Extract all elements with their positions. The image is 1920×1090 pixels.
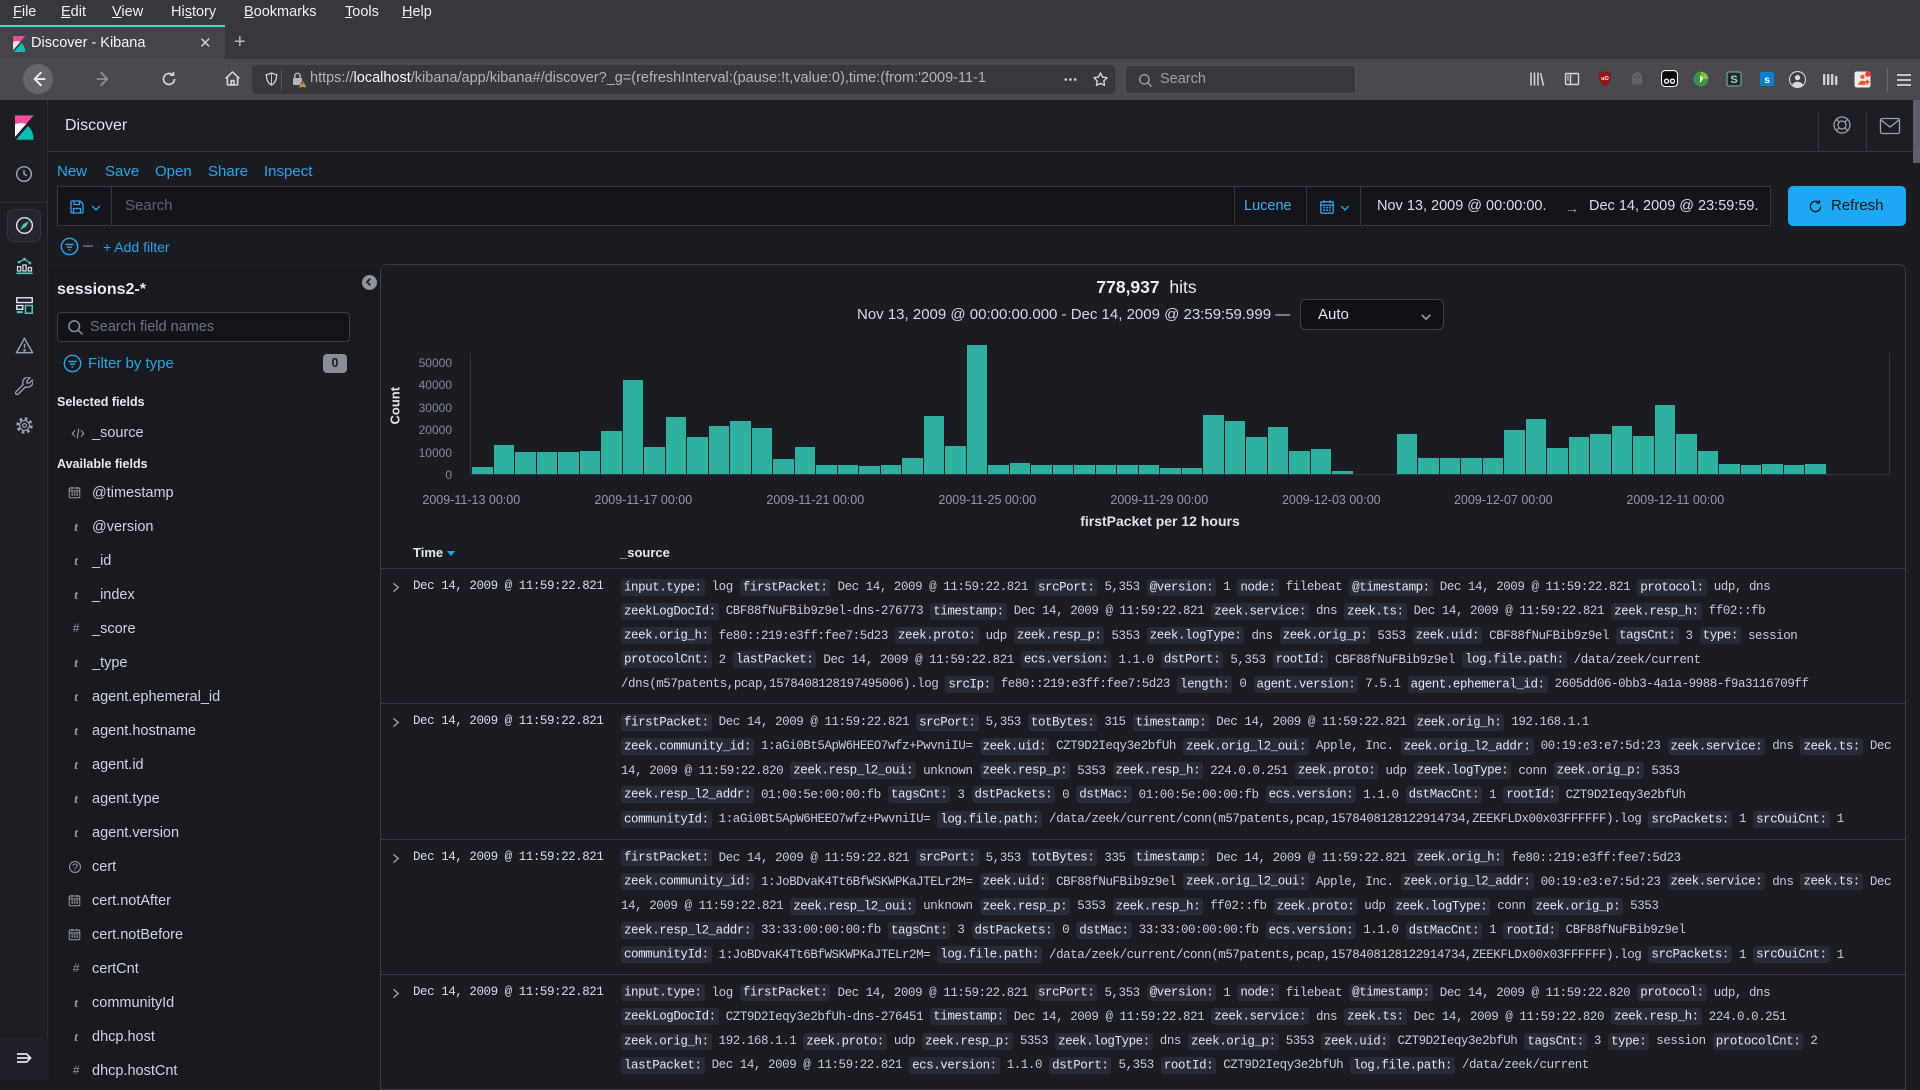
svg-text:s: s xyxy=(1764,74,1770,86)
svg-text:uO: uO xyxy=(1601,76,1609,82)
svg-text:S: S xyxy=(1730,74,1737,86)
